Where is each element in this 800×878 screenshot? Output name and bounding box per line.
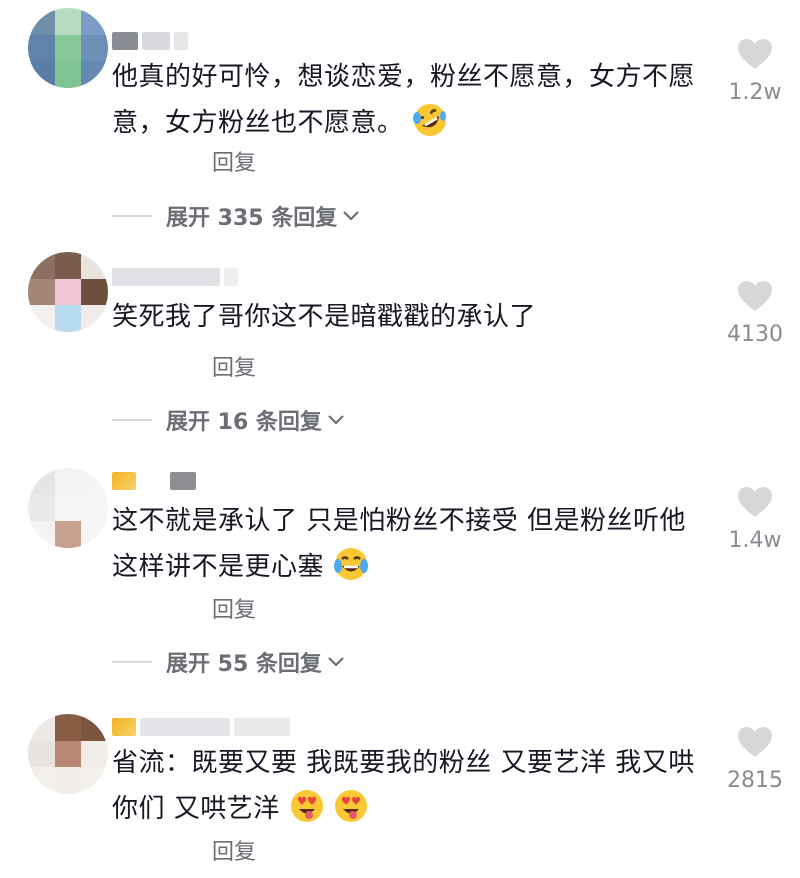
crying-laughing-emoji xyxy=(333,548,368,580)
divider xyxy=(112,661,152,663)
reply-button[interactable]: 回复 xyxy=(212,145,256,177)
expand-replies-button[interactable]: 展开 16 条回复 xyxy=(112,404,346,436)
chevron-down-icon xyxy=(328,415,344,425)
expand-replies-button[interactable]: 展开 335 条回复 xyxy=(112,200,361,232)
expand-replies-label: 展开 335 条回复 xyxy=(166,206,338,231)
chevron-down-icon xyxy=(343,211,360,221)
comment-text: 省流：既要又要 我既要我的粉丝 又要艺洋 我又哄你们 又哄艺洋 xyxy=(112,740,712,832)
heart-eyes-tongue-emoji xyxy=(290,790,323,822)
rolling-on-floor-laughing-emoji xyxy=(413,104,447,136)
avatar[interactable] xyxy=(28,8,108,88)
avatar[interactable] xyxy=(28,714,108,794)
expand-replies-label: 展开 55 条回复 xyxy=(166,652,322,677)
like-count: 2815 xyxy=(727,768,783,793)
like-count: 1.4w xyxy=(728,528,782,553)
username-blurred[interactable] xyxy=(112,716,290,738)
comment-body: 省流：既要又要 我既要我的粉丝 又要艺洋 我又哄你们 又哄艺洋 xyxy=(112,748,695,824)
reply-button[interactable]: 回复 xyxy=(212,350,256,382)
comment-text: 他真的好可怜，想谈恋爱，粉丝不愿意，女方不愿意，女方粉丝也不愿意。 xyxy=(112,54,712,146)
heart-icon xyxy=(738,727,772,757)
expand-replies-button[interactable]: 展开 55 条回复 xyxy=(112,646,346,678)
heart-icon xyxy=(738,39,772,69)
like-count: 4130 xyxy=(727,322,783,347)
expand-replies-label: 展开 16 条回复 xyxy=(166,410,322,435)
comment-body: 笑死我了哥你这不是暗戳戳的承认了 xyxy=(112,302,537,332)
comment-body: 这不就是承认了 只是怕粉丝不接受 但是粉丝听他这样讲不是更心塞 xyxy=(112,506,687,582)
divider xyxy=(112,215,152,217)
username-blurred[interactable] xyxy=(112,266,238,288)
avatar[interactable] xyxy=(28,468,108,548)
username-blurred[interactable] xyxy=(112,30,188,52)
heart-eyes-tongue-emoji xyxy=(335,790,368,822)
divider xyxy=(112,419,152,421)
like-button[interactable]: 1.4w xyxy=(720,486,790,553)
username-blurred[interactable] xyxy=(112,470,196,492)
heart-icon xyxy=(738,281,772,311)
comment-text: 笑死我了哥你这不是暗戳戳的承认了 xyxy=(112,294,712,340)
reply-button[interactable]: 回复 xyxy=(212,592,256,624)
like-button[interactable]: 1.2w xyxy=(720,38,790,105)
reply-button[interactable]: 回复 xyxy=(212,834,256,866)
chevron-down-icon xyxy=(328,657,344,667)
like-button[interactable]: 4130 xyxy=(720,280,790,347)
comment-body: 他真的好可怜，想谈恋爱，粉丝不愿意，女方不愿意，女方粉丝也不愿意。 xyxy=(112,62,696,138)
avatar[interactable] xyxy=(28,252,108,332)
like-count: 1.2w xyxy=(728,80,782,105)
heart-icon xyxy=(738,487,772,517)
comment-text: 这不就是承认了 只是怕粉丝不接受 但是粉丝听他这样讲不是更心塞 xyxy=(112,498,712,590)
like-button[interactable]: 2815 xyxy=(720,726,790,793)
